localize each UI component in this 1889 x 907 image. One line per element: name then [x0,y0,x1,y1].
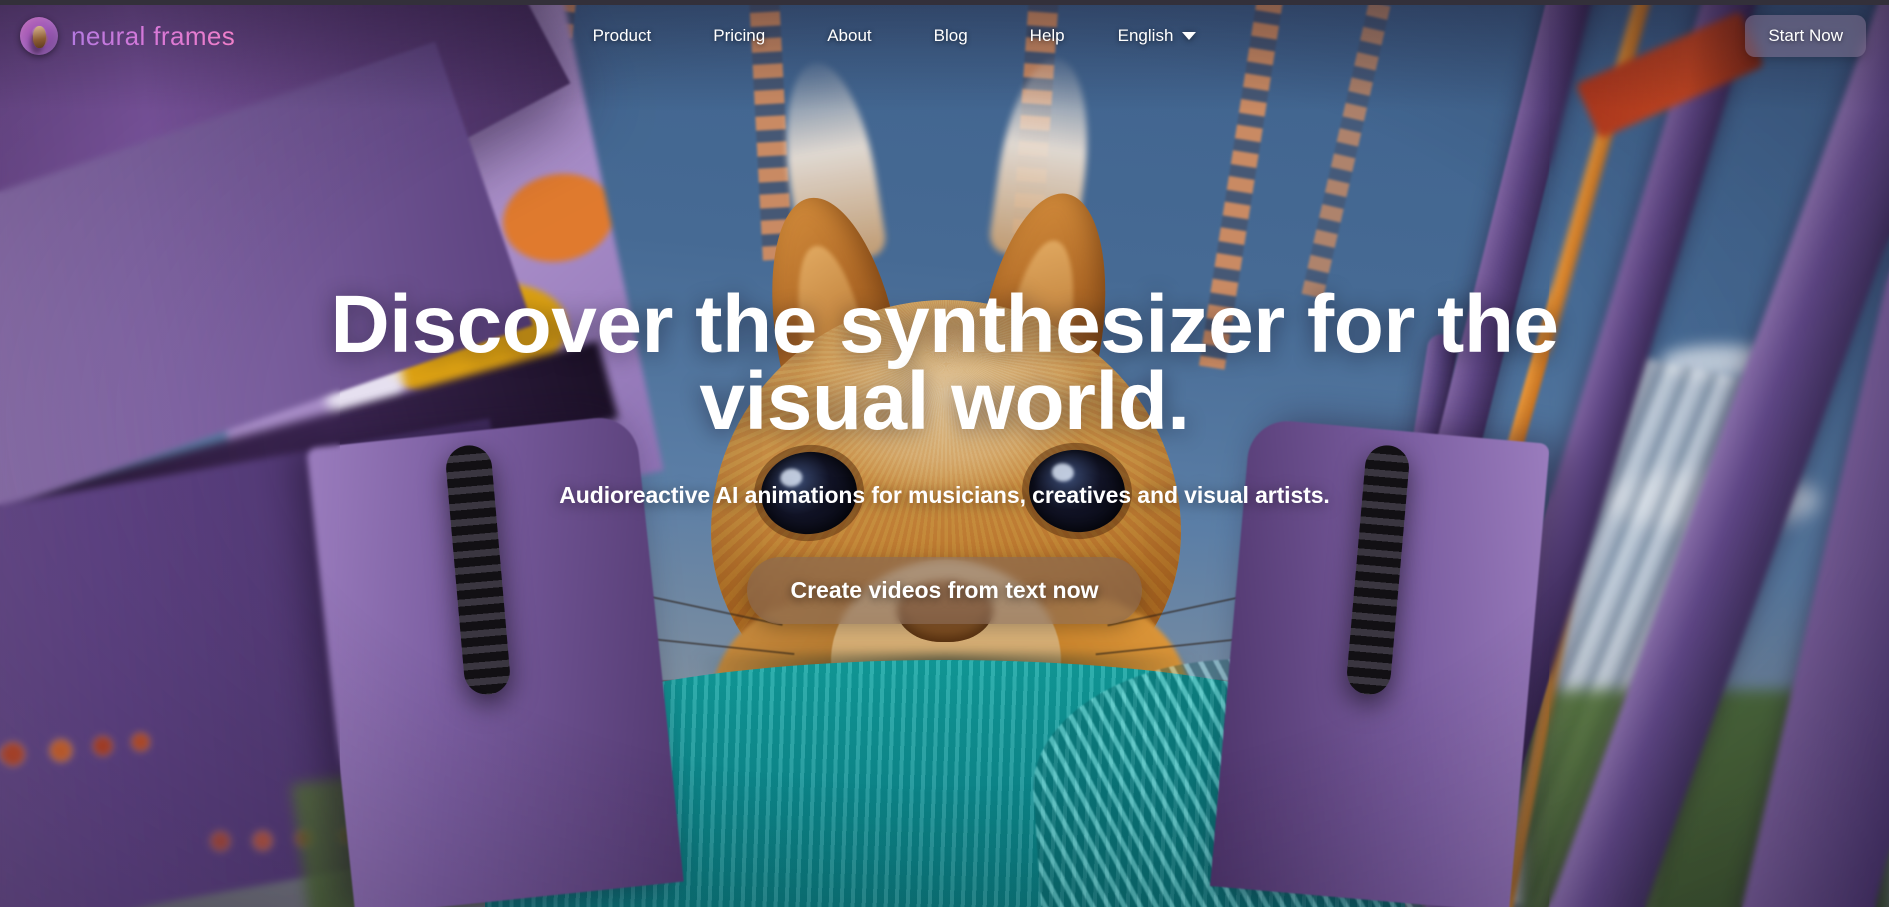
cta-container: Create videos from text now [747,557,1142,625]
language-label: English [1117,26,1174,45]
start-now-button[interactable]: Start Now [1745,15,1866,57]
nav-item-about[interactable]: About [796,20,902,52]
brand-logo[interactable]: neural frames [20,17,235,55]
vignette-overlay [0,0,1889,907]
create-videos-button[interactable]: Create videos from text now [747,557,1142,625]
brand-name: neural frames [71,20,236,51]
squirrel-avatar-icon [20,17,58,55]
nav-item-pricing[interactable]: Pricing [682,20,796,52]
chevron-down-icon [1182,32,1197,40]
nav-item-blog[interactable]: Blog [903,20,999,52]
nav-item-product[interactable]: Product [562,20,683,52]
browser-chrome-bar [0,0,1889,5]
top-navigation-bar: neural frames Product Pricing About Blog… [0,5,1889,67]
nav-item-help[interactable]: Help [999,20,1096,52]
hero-background-image [0,0,1889,907]
main-menu: Product Pricing About Blog Help English [502,20,1213,52]
language-selector[interactable]: English [1096,20,1213,52]
page-root: neural frames Product Pricing About Blog… [0,0,1889,907]
